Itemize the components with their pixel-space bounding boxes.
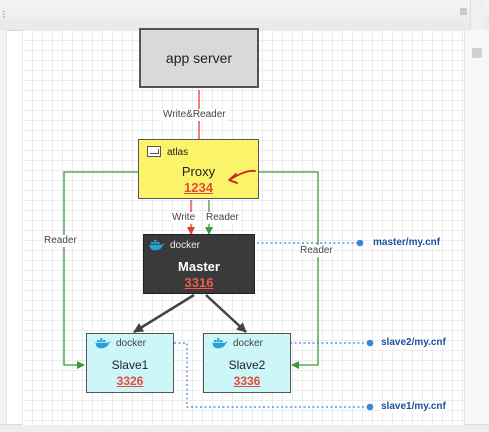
- toolbar-square-icon[interactable]: [460, 8, 467, 15]
- edge-master-to-slave1[interactable]: [133, 293, 195, 334]
- toolbar-handle-icon[interactable]: ⁝: [2, 8, 6, 21]
- proxy-tag: atlas: [167, 147, 189, 158]
- slave2-title: Slave2: [228, 358, 266, 372]
- right-panel: [464, 30, 489, 425]
- edge-label-reader-slave1: Reader: [43, 235, 78, 247]
- bottom-scrollbar[interactable]: [0, 424, 489, 432]
- docker-icon: [95, 338, 111, 349]
- slave1-config-label[interactable]: slave1/my.cnf: [380, 401, 447, 413]
- slave1-node[interactable]: docker Slave1 3326: [86, 333, 174, 393]
- master-title: Master: [178, 259, 220, 274]
- toolbar-corner: [470, 0, 485, 30]
- slave2-port: 3336: [233, 374, 261, 388]
- app-server-label: app server: [165, 50, 233, 66]
- edge-label-reader-slave2: Reader: [299, 245, 334, 257]
- slave1-port: 3326: [116, 374, 144, 388]
- left-gutter: [0, 30, 7, 425]
- master-node[interactable]: docker Master 3316: [143, 234, 255, 294]
- app-server-node[interactable]: app server: [139, 28, 259, 88]
- slave2-tag: docker: [233, 338, 264, 349]
- slave1-title: Slave1: [111, 358, 149, 372]
- annotation-arrow-icon: [228, 169, 256, 184]
- proxy-node[interactable]: atlas Proxy 1234: [138, 139, 259, 199]
- docker-icon: [212, 338, 228, 349]
- edge-master-to-slave2[interactable]: [205, 294, 247, 333]
- master-config-label[interactable]: master/my.cnf: [372, 237, 442, 249]
- master-tag: docker: [170, 240, 201, 251]
- toolbar: ⁝: [0, 0, 489, 31]
- edge-label-write-reader: Write&Reader: [162, 109, 227, 121]
- edge-label-reader-master: Reader: [205, 212, 240, 224]
- panel-handle-icon[interactable]: [472, 48, 482, 58]
- docker-icon: [149, 240, 165, 251]
- slave2-config-label[interactable]: slave2/my.cnf: [380, 337, 447, 349]
- slave2-node[interactable]: docker Slave2 3336: [203, 333, 291, 393]
- edge-label-write: Write: [171, 212, 197, 224]
- slave1-tag: docker: [116, 338, 147, 349]
- monitor-icon: [147, 146, 161, 157]
- master-port: 3316: [184, 275, 214, 290]
